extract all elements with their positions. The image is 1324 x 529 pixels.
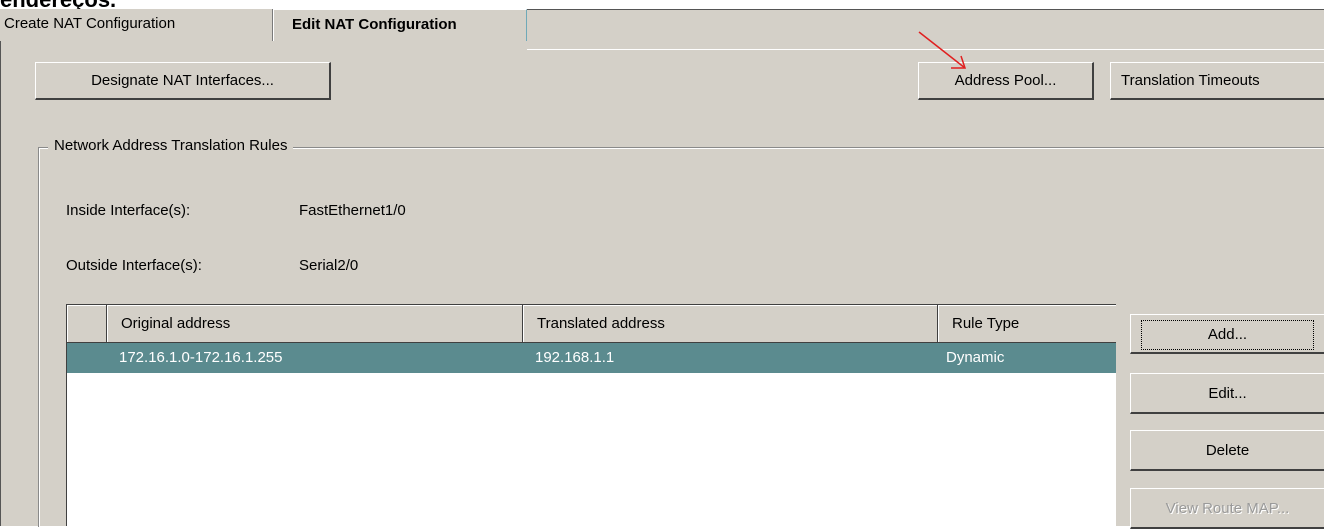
cell-rule-type: Dynamic	[946, 349, 1005, 366]
column-header-translated-address[interactable]: Translated address	[523, 305, 938, 343]
tab-create-nat-configuration[interactable]: Create NAT Configuration	[0, 9, 273, 41]
column-header-rule-type[interactable]: Rule Type	[938, 305, 1116, 343]
add-rule-button[interactable]: Add...	[1130, 314, 1324, 354]
inside-interface-label: Inside Interface(s):	[66, 202, 191, 219]
outside-interface-label: Outside Interface(s):	[66, 257, 202, 274]
outside-interface-value: Serial2/0	[299, 257, 359, 274]
table-row[interactable]: 172.16.1.0-172.16.1.255 192.168.1.1 Dyna…	[67, 343, 1116, 373]
view-route-map-button: View Route MAP...	[1130, 488, 1324, 529]
delete-rule-button[interactable]: Delete	[1130, 430, 1324, 471]
cell-translated-address: 192.168.1.1	[535, 349, 615, 366]
edit-rule-button[interactable]: Edit...	[1130, 373, 1324, 414]
add-rule-button-label: Add...	[1140, 320, 1315, 350]
tab-strip: Create NAT Configuration Edit NAT Config…	[0, 9, 1324, 50]
column-header-selector	[67, 305, 107, 343]
red-arrow-annotation-icon	[918, 31, 967, 69]
cell-original-address: 172.16.1.0-172.16.1.255	[119, 349, 283, 366]
nat-rules-table[interactable]: Original address Translated address Rule…	[66, 304, 1116, 526]
column-header-original-address[interactable]: Original address	[107, 305, 523, 343]
table-header: Original address Translated address Rule…	[67, 305, 1116, 343]
tab-edit-nat-configuration[interactable]: Edit NAT Configuration	[273, 9, 527, 41]
designate-nat-interfaces-button[interactable]: Designate NAT Interfaces...	[35, 62, 331, 100]
inside-interface-value: FastEthernet1/0	[299, 202, 406, 219]
nat-rules-group-title: Network Address Translation Rules	[48, 136, 294, 156]
translation-timeouts-button[interactable]: Translation Timeouts	[1110, 62, 1324, 100]
